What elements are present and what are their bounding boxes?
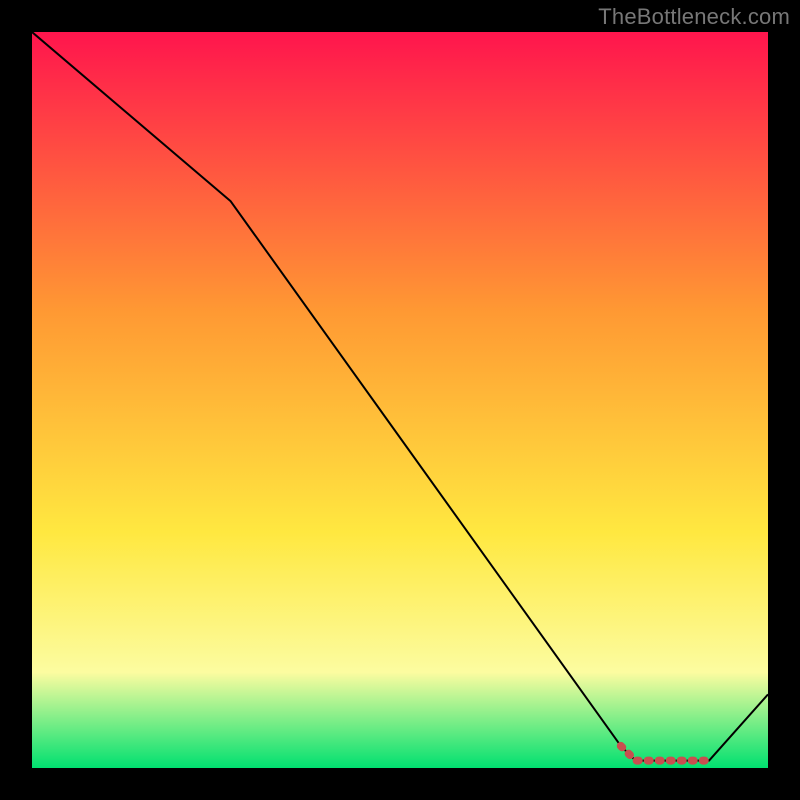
chart-root: { "attribution": "TheBottleneck.com", "c… xyxy=(0,0,800,800)
gradient-fill xyxy=(32,32,768,768)
attribution-text: TheBottleneck.com xyxy=(598,4,790,30)
plot-area xyxy=(32,32,768,768)
chart-svg xyxy=(32,32,768,768)
